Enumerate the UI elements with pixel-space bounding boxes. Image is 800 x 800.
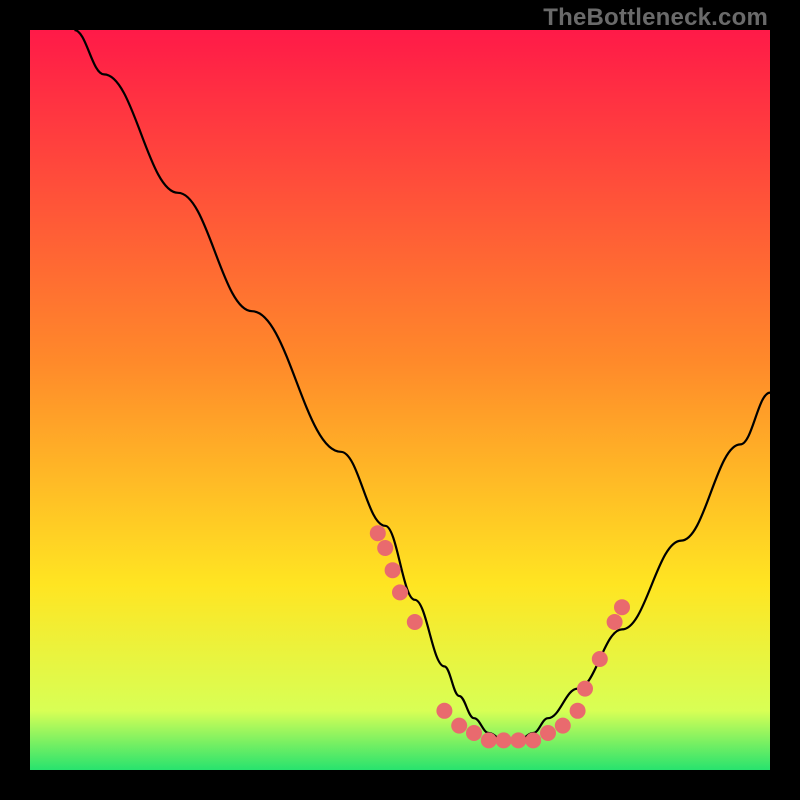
data-dot [592,651,608,667]
data-dot [614,599,630,615]
chart-svg [30,30,770,770]
data-dot [392,584,408,600]
data-dot [525,732,541,748]
chart-frame: TheBottleneck.com [0,0,800,800]
data-dot [370,525,386,541]
plot-area [30,30,770,770]
data-dot [577,681,593,697]
data-dot [451,718,467,734]
dot-cluster [370,525,630,748]
data-dot [377,540,393,556]
data-dot [555,718,571,734]
data-dot [510,732,526,748]
curve-line [74,30,770,740]
data-dot [466,725,482,741]
data-dot [407,614,423,630]
data-dot [540,725,556,741]
data-dot [570,703,586,719]
data-dot [385,562,401,578]
data-dot [496,732,512,748]
data-dot [607,614,623,630]
data-dot [436,703,452,719]
watermark-text: TheBottleneck.com [543,4,768,32]
data-dot [481,732,497,748]
